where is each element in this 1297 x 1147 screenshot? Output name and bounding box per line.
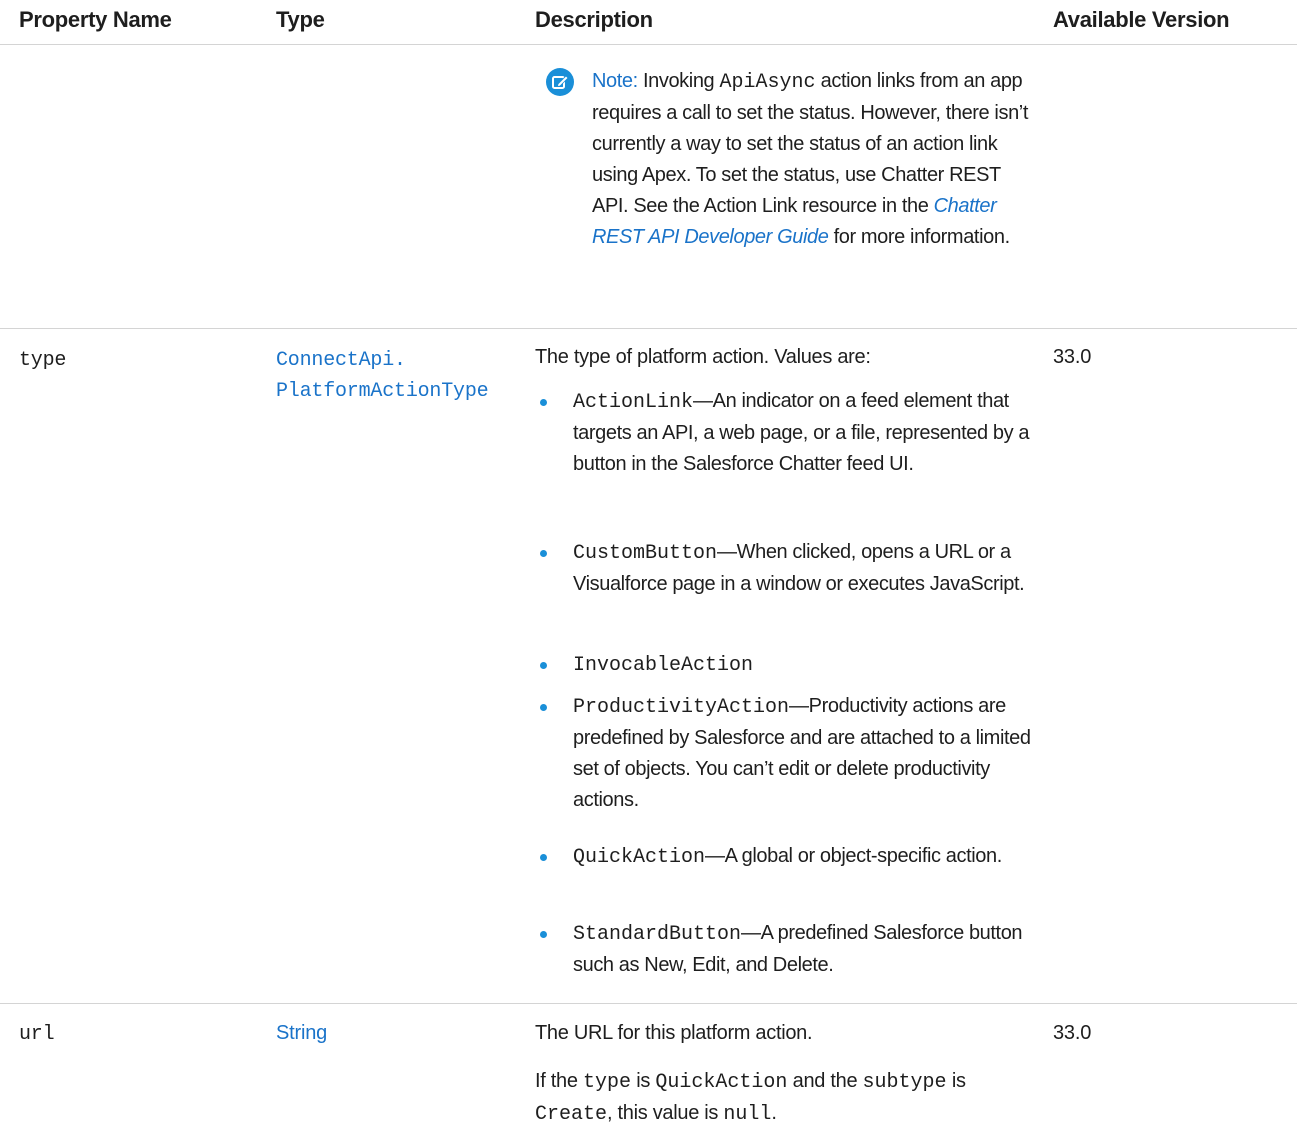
value-code: QuickAction <box>573 846 706 869</box>
value-code: ActionLink <box>573 391 694 414</box>
column-header-property-name: Property Name <box>19 7 172 32</box>
edit-note-icon <box>545 67 575 97</box>
code: type <box>582 1071 631 1094</box>
note-label: Note: <box>592 70 638 92</box>
row-divider <box>0 328 1297 329</box>
text: . <box>771 1102 777 1124</box>
available-version: 33.0 <box>1053 1022 1092 1044</box>
column-header-description: Description <box>535 7 653 32</box>
note-block: Note: Invoking ApiAsync action links fro… <box>592 66 1032 253</box>
list-item-text: ProductivityAction—Productivity actions … <box>573 691 1038 816</box>
bullet-icon <box>540 662 547 669</box>
text: and the <box>792 1070 858 1092</box>
list-item-text: StandardButton—A predefined Salesforce b… <box>573 918 1038 981</box>
type-link-line[interactable]: ConnectApi. <box>276 345 488 376</box>
text: is <box>951 1070 966 1092</box>
list-item-text: CustomButton—When clicked, opens a URL o… <box>573 537 1038 600</box>
note-text: for more information. <box>833 226 1011 248</box>
bullet-icon <box>540 931 547 938</box>
list-item-text: InvocableAction <box>573 649 1038 681</box>
value-code: StandardButton <box>573 923 742 946</box>
bullet-icon <box>540 854 547 861</box>
code: QuickAction <box>655 1071 788 1094</box>
value-code: ProductivityAction <box>573 696 790 719</box>
table-header: Property Name Type Description Available… <box>0 0 1297 45</box>
bullet-icon <box>540 704 547 711</box>
type-link-line[interactable]: PlatformActionType <box>276 376 489 407</box>
type-link-string[interactable]: String <box>276 1018 327 1049</box>
note-text: Invoking <box>642 70 715 92</box>
code: subtype <box>862 1071 947 1094</box>
property-name-url: url <box>19 1023 55 1046</box>
property-name-type: type <box>19 349 67 372</box>
text: If the <box>535 1070 578 1092</box>
bullet-icon <box>540 550 547 557</box>
description-intro: The type of platform action. Values are: <box>535 346 871 368</box>
description-intro: The URL for this platform action. <box>535 1022 813 1044</box>
list-item-text: QuickAction—A global or object-specific … <box>573 841 1038 873</box>
value-code: InvocableAction <box>573 654 754 677</box>
text: , this value is <box>607 1102 719 1124</box>
value-code: CustomButton <box>573 542 718 565</box>
column-header-available-version: Available Version <box>1053 7 1230 32</box>
text: is <box>636 1070 651 1092</box>
description-extra: If the type is QuickAction and the subty… <box>535 1066 1040 1130</box>
row-divider <box>0 1003 1297 1004</box>
bullet-icon <box>540 399 547 406</box>
note-code: ApiAsync <box>719 71 816 94</box>
code: Create <box>535 1103 608 1126</box>
type-link-platform-action-type[interactable]: ConnectApi. PlatformActionType <box>276 345 489 407</box>
available-version: 33.0 <box>1053 346 1092 368</box>
list-item-text: ActionLink—An indicator on a feed elemen… <box>573 386 1038 480</box>
value-text: —A global or object-specific action. <box>705 845 1002 867</box>
code: null <box>723 1103 772 1126</box>
column-header-type: Type <box>276 7 325 32</box>
